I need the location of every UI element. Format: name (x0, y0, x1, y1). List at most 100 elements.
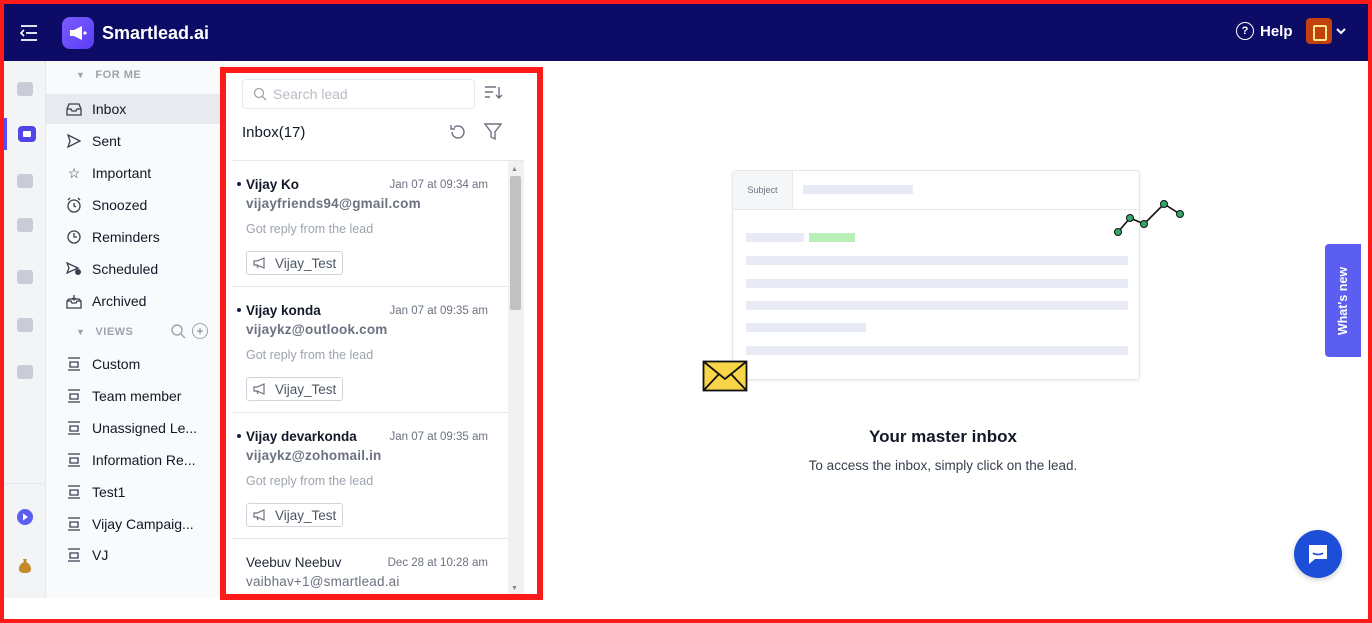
inbox-icon (66, 101, 82, 117)
integrations-icon[interactable] (4, 261, 46, 293)
divider (733, 209, 1139, 210)
view-label: Vijay Campaig... (92, 516, 194, 532)
lead-name: Vijay Ko (236, 177, 300, 192)
placeholder-line (746, 301, 1128, 310)
lead-status: Got reply from the lead (246, 348, 374, 362)
placeholder-line (746, 323, 866, 332)
lead-name: Veebuv Neebuv (246, 555, 342, 570)
sidebar-item-archived[interactable]: Archived (46, 286, 222, 316)
lead-name: Vijay devarkonda (237, 429, 357, 444)
empty-state-illustration: Subject (732, 170, 1140, 380)
sidebar-item-label: Important (92, 165, 152, 181)
sidebar-item-reminders[interactable]: Reminders (46, 222, 222, 252)
lead-email: vijaykz@outlook.com (246, 322, 388, 337)
brand-name[interactable]: Smartlead.ai (102, 23, 209, 44)
views-tools: + (170, 323, 208, 339)
star-icon: ☆ (67, 164, 81, 181)
sidebar-view-team-member[interactable]: Team member (46, 381, 222, 411)
sidebar-item-label: Archived (92, 293, 147, 309)
automation-icon[interactable] (4, 309, 46, 341)
views-section-header[interactable]: ▼ VIEWS (76, 326, 133, 338)
view-icon (66, 388, 82, 404)
sidebar-view-vijay-campaign[interactable]: Vijay Campaig... (46, 509, 222, 539)
sidebar-item-scheduled[interactable]: Scheduled (46, 254, 222, 284)
view-label: VJ (92, 547, 109, 563)
lead-item[interactable]: Veebuv Neebuv Dec 28 at 10:28 am vaibhav… (232, 539, 508, 598)
analytics-icon[interactable] (4, 356, 46, 388)
view-label: Custom (92, 356, 141, 372)
for-me-label: FOR ME (95, 69, 142, 81)
sidebar-view-test1[interactable]: Test1 (46, 477, 222, 507)
scheduled-icon (66, 261, 82, 277)
sidebar-item-sent[interactable]: Sent (46, 126, 222, 156)
sidebar-item-important[interactable]: ☆ Important (46, 158, 222, 188)
placeholder-line (746, 346, 1128, 355)
sidebar-view-vj[interactable]: VJ (46, 540, 222, 570)
subject-label: Subject (733, 171, 793, 209)
scroll-down-icon[interactable]: ▼ (511, 585, 518, 592)
menu-collapse-icon[interactable] (16, 20, 42, 46)
campaign-tag[interactable]: Vijay_Test (246, 377, 344, 401)
sidebar-item-snoozed[interactable]: Snoozed (46, 190, 222, 220)
lead-finder-icon[interactable] (4, 209, 46, 241)
view-label: Test1 (92, 484, 126, 500)
view-icon (66, 484, 82, 500)
placeholder-line (803, 185, 913, 194)
campaign-tag[interactable]: Vijay_Test (246, 251, 344, 275)
chat-bubble-icon (1309, 545, 1327, 564)
master-inbox-icon[interactable] (4, 118, 46, 150)
lead-status: Got reply from the lead (246, 474, 374, 488)
add-view-icon[interactable]: + (192, 323, 208, 339)
whats-new-tab[interactable]: What's new (1325, 244, 1361, 357)
caret-down-icon: ▼ (76, 327, 86, 337)
icon-rail (4, 61, 46, 598)
help-button[interactable]: ? Help (1236, 22, 1293, 40)
view-label: Information Re... (92, 452, 196, 468)
campaign-tag-label: Vijay_Test (275, 507, 337, 523)
view-icon (66, 420, 82, 436)
video-tutorials-icon[interactable] (4, 501, 46, 533)
sidebar-view-custom[interactable]: Custom (46, 349, 222, 379)
rail-divider (4, 483, 46, 484)
lead-item[interactable]: Vijay Ko Jan 07 at 09:34 am vijayfriends… (232, 161, 508, 287)
view-label: Unassigned Le... (92, 420, 198, 436)
search-icon (253, 87, 267, 101)
chevron-down-icon (1336, 28, 1346, 35)
clock-icon (66, 229, 82, 245)
email-accounts-icon[interactable] (4, 165, 46, 197)
scroll-up-icon[interactable]: ▲ (511, 166, 518, 173)
megaphone-icon (253, 383, 265, 395)
lead-item[interactable]: Vijay devarkonda Jan 07 at 09:35 am vija… (232, 413, 508, 539)
lead-item[interactable]: Vijay konda Jan 07 at 09:35 am vijaykz@o… (232, 287, 508, 413)
snooze-icon (66, 197, 82, 213)
megaphone-icon (253, 509, 265, 521)
account-menu[interactable] (1306, 18, 1346, 44)
lead-email: vijayfriends94@gmail.com (246, 196, 421, 211)
sidebar-item-label: Inbox (92, 101, 127, 117)
smartlead-logo-icon[interactable] (62, 17, 94, 49)
search-lead-field[interactable] (242, 79, 475, 109)
for-me-section-header[interactable]: ▼ FOR ME (76, 69, 141, 81)
sort-icon[interactable] (484, 85, 504, 105)
search-views-icon[interactable] (170, 323, 186, 339)
chat-support-button[interactable] (1294, 530, 1342, 578)
views-label: VIEWS (95, 326, 134, 338)
sidebar-item-label: Scheduled (92, 261, 159, 277)
billing-icon[interactable] (4, 550, 46, 582)
scrollbar-thumb[interactable] (510, 176, 521, 310)
sidebar-view-information-request[interactable]: Information Re... (46, 445, 222, 475)
sidebar-item-label: Sent (92, 133, 121, 149)
lead-name: Vijay konda (237, 303, 321, 318)
sidebar-item-inbox[interactable]: Inbox (46, 94, 222, 124)
view-label: Team member (92, 388, 182, 404)
send-icon (66, 133, 82, 149)
sidebar-view-unassigned-leads[interactable]: Unassigned Le... (46, 413, 222, 443)
refresh-icon[interactable] (448, 122, 468, 142)
archive-icon (66, 293, 82, 309)
whats-new-label: What's new (1336, 266, 1351, 335)
search-lead-input[interactable] (273, 86, 463, 102)
lead-email: vaibhav+1@smartlead.ai (246, 574, 400, 589)
campaigns-icon[interactable] (4, 73, 46, 105)
campaign-tag[interactable]: Vijay_Test (246, 503, 344, 527)
filter-icon[interactable] (483, 122, 503, 142)
